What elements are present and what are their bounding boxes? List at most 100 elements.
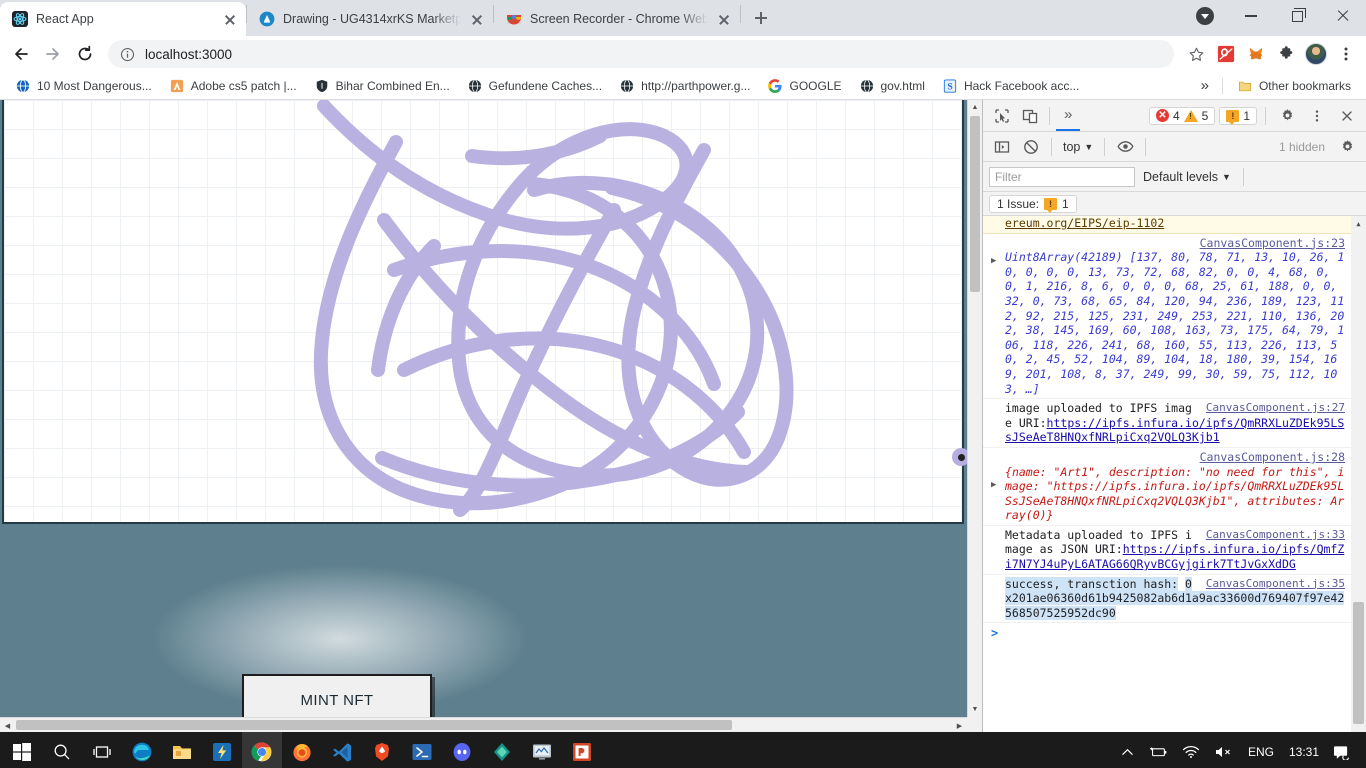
brush-color-dot[interactable]: [952, 448, 967, 466]
clear-console-icon[interactable]: [1018, 135, 1044, 159]
extension-red-icon[interactable]: [1212, 40, 1240, 68]
notifications-icon[interactable]: [1327, 732, 1360, 768]
scroll-up-button[interactable]: ▲: [968, 100, 982, 115]
scroll-left-button[interactable]: ◀: [0, 718, 15, 732]
scroll-right-button[interactable]: ▶: [952, 718, 967, 732]
tab-close-icon[interactable]: [469, 11, 485, 27]
devtools-more-tabs[interactable]: »: [1056, 100, 1081, 131]
forward-button[interactable]: [38, 39, 68, 69]
close-window-button[interactable]: [1320, 0, 1366, 32]
drawing-canvas[interactable]: [2, 100, 967, 524]
console-message-typedarray[interactable]: ▶ CanvasComponent.js:23 Uint8Array(42189…: [983, 234, 1351, 400]
device-toolbar-icon[interactable]: [1017, 104, 1043, 128]
source-link[interactable]: CanvasComponent.js:23: [1200, 236, 1345, 250]
tab-close-icon[interactable]: [222, 11, 238, 27]
tab-close-icon[interactable]: [716, 11, 732, 27]
browser-tab-2[interactable]: Screen Recorder - Chrome Web S: [494, 2, 740, 36]
console-message-warning[interactable]: ereum.org/EIPS/eip-1102: [983, 216, 1351, 234]
console-message-image-upload[interactable]: CanvasComponent.js:27 image uploaded to …: [983, 399, 1351, 448]
task-view-button[interactable]: [82, 732, 122, 768]
scroll-down-button[interactable]: ▼: [968, 702, 982, 717]
console-context-selector[interactable]: top ▼: [1059, 138, 1097, 156]
console-message-metadata-upload[interactable]: CanvasComponent.js:33 Metadata uploaded …: [983, 526, 1351, 575]
browser-tab-0[interactable]: React App: [0, 2, 246, 36]
bookmark-item[interactable]: GOOGLE: [760, 75, 848, 97]
brave-app[interactable]: [362, 732, 402, 768]
issues-button[interactable]: 1 Issue: ! 1: [989, 194, 1077, 213]
file-explorer-app[interactable]: [162, 732, 202, 768]
bookmark-star-icon[interactable]: [1182, 40, 1210, 68]
start-button[interactable]: [2, 732, 42, 768]
chrome-menu-icon[interactable]: [1332, 40, 1360, 68]
source-link[interactable]: CanvasComponent.js:27: [1206, 401, 1345, 416]
downloads-button[interactable]: [1182, 0, 1228, 32]
console-sidebar-icon[interactable]: [989, 135, 1015, 159]
firefox-app[interactable]: [282, 732, 322, 768]
browser-tab-1[interactable]: Drawing - UG4314xrKS Marketpla: [247, 2, 493, 36]
gitkraken-app[interactable]: [482, 732, 522, 768]
ipfs-image-link[interactable]: https://ipfs.infura.io/ipfs/QmRRXLuZDEk9…: [1005, 416, 1344, 445]
battery-icon[interactable]: [1141, 732, 1175, 768]
taskbar-clock[interactable]: 13:31: [1281, 732, 1327, 768]
back-button[interactable]: [6, 39, 36, 69]
source-link[interactable]: CanvasComponent.js:35: [1206, 577, 1345, 592]
live-expression-icon[interactable]: [1112, 135, 1138, 159]
metamask-fox-icon[interactable]: [1242, 40, 1270, 68]
new-tab-button[interactable]: [747, 4, 775, 32]
bookmark-item[interactable]: Gefundene Caches...: [460, 75, 609, 97]
language-indicator[interactable]: ENG: [1241, 732, 1281, 768]
horizontal-scroll-thumb[interactable]: [16, 720, 732, 730]
gear-icon[interactable]: [1274, 104, 1300, 128]
other-bookmarks-button[interactable]: Other bookmarks: [1230, 75, 1358, 97]
bookmark-item[interactable]: 10 Most Dangerous...: [8, 75, 159, 97]
vscode-app[interactable]: [322, 732, 362, 768]
bookmark-item[interactable]: Adobe cs5 patch |...: [162, 75, 304, 97]
expand-arrow-icon[interactable]: ▶: [991, 478, 996, 493]
maximize-button[interactable]: [1274, 0, 1320, 32]
mint-nft-button[interactable]: MINT NFT: [242, 674, 432, 717]
chrome-app[interactable]: [242, 732, 282, 768]
vertical-scroll-thumb[interactable]: [970, 116, 980, 292]
console-message-metadata-object[interactable]: ▶ CanvasComponent.js:28 {name: "Art1", d…: [983, 448, 1351, 526]
source-link[interactable]: CanvasComponent.js:33: [1206, 528, 1345, 543]
wifi-icon[interactable]: [1175, 732, 1207, 768]
page-horizontal-scrollbar[interactable]: ◀ ▶: [0, 717, 967, 732]
reload-button[interactable]: [70, 39, 100, 69]
flash-app[interactable]: [202, 732, 242, 768]
bookmark-item[interactable]: Bihar Combined En...: [307, 75, 457, 97]
console-prompt[interactable]: >: [983, 623, 1351, 640]
issues-counter[interactable]: ! 1: [1219, 106, 1257, 125]
gear-icon[interactable]: [1334, 135, 1360, 159]
search-button[interactable]: [42, 732, 82, 768]
console-scroll-up-button[interactable]: ▲: [1351, 216, 1366, 231]
page-vertical-scrollbar[interactable]: ▲ ▼: [967, 100, 982, 717]
log-levels-selector[interactable]: Default levels ▼: [1143, 170, 1231, 184]
bookmark-item[interactable]: S Hack Facebook acc...: [935, 75, 1086, 97]
bookmarks-overflow-button[interactable]: »: [1195, 74, 1215, 97]
minimize-button[interactable]: [1228, 0, 1274, 32]
error-warning-counter[interactable]: ✕ 4 5: [1148, 106, 1216, 125]
volume-muted-icon[interactable]: [1207, 732, 1241, 768]
tray-overflow-button[interactable]: [1114, 732, 1141, 768]
console-message-success[interactable]: CanvasComponent.js:35 success, transctio…: [983, 575, 1351, 624]
warning-clipped-link[interactable]: ereum.org/EIPS/eip-1102: [1005, 216, 1164, 230]
more-options-icon[interactable]: [1304, 104, 1330, 128]
expand-arrow-icon[interactable]: ▶: [991, 254, 996, 269]
console-scrollbar[interactable]: ▲: [1351, 216, 1366, 732]
powerpoint-app[interactable]: [562, 732, 602, 768]
inspect-element-icon[interactable]: [989, 104, 1015, 128]
bookmark-item[interactable]: gov.html: [852, 75, 932, 97]
profile-avatar[interactable]: [1302, 40, 1330, 68]
discord-app[interactable]: [442, 732, 482, 768]
powershell-app[interactable]: [402, 732, 442, 768]
edge-app[interactable]: [122, 732, 162, 768]
info-icon[interactable]: [120, 47, 135, 62]
address-bar[interactable]: localhost:3000: [108, 40, 1174, 68]
filter-input[interactable]: [989, 166, 1135, 187]
puzzle-extensions-icon[interactable]: [1272, 40, 1300, 68]
close-icon[interactable]: [1334, 104, 1360, 128]
bookmark-item[interactable]: http://parthpower.g...: [612, 75, 757, 97]
monitor-app[interactable]: [522, 732, 562, 768]
console-scroll-thumb[interactable]: [1353, 602, 1364, 724]
source-link[interactable]: CanvasComponent.js:28: [1200, 450, 1345, 464]
